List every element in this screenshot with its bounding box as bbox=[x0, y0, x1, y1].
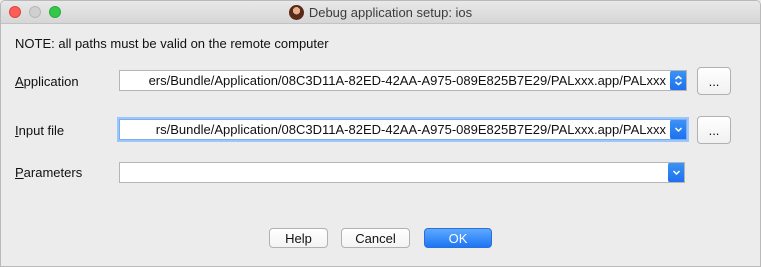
input-file-label: Input file bbox=[15, 123, 64, 138]
chevron-updown-icon bbox=[675, 75, 682, 86]
application-browse-button[interactable]: ... bbox=[697, 67, 731, 95]
parameters-dropdown-button[interactable] bbox=[668, 163, 684, 182]
parameters-combo[interactable] bbox=[119, 162, 685, 183]
application-dropdown-button[interactable] bbox=[670, 71, 686, 90]
application-label-text: pplication bbox=[23, 74, 79, 89]
window-title: Debug application setup: ios bbox=[308, 4, 473, 20]
parameters-label-text: arameters bbox=[23, 165, 83, 180]
title-bar[interactable]: Debug application setup: ios bbox=[1, 1, 760, 24]
application-combo[interactable]: ers/Bundle/Application/08C3D11A-82ED-42A… bbox=[119, 70, 687, 91]
parameters-label-mnemonic: P bbox=[15, 165, 24, 180]
application-path-value[interactable]: ers/Bundle/Application/08C3D11A-82ED-42A… bbox=[149, 73, 666, 88]
ok-button[interactable]: OK bbox=[424, 228, 492, 248]
input-file-path-value[interactable]: rs/Bundle/Application/08C3D11A-82ED-42AA… bbox=[156, 122, 666, 137]
chevron-down-icon bbox=[674, 127, 683, 133]
application-label: Application bbox=[15, 74, 79, 89]
paths-note: NOTE: all paths must be valid on the rem… bbox=[15, 36, 329, 51]
input-file-combo[interactable]: rs/Bundle/Application/08C3D11A-82ED-42AA… bbox=[119, 119, 687, 140]
parameters-label: Parameters bbox=[15, 165, 82, 180]
help-button[interactable]: Help bbox=[269, 228, 328, 248]
app-avatar-icon bbox=[288, 4, 304, 20]
input-file-browse-button[interactable]: ... bbox=[697, 116, 731, 144]
application-label-mnemonic: A bbox=[15, 74, 24, 89]
dialog-window: Debug application setup: ios NOTE: all p… bbox=[0, 0, 761, 267]
input-file-label-text: nput file bbox=[18, 123, 65, 138]
window-title-group: Debug application setup: ios bbox=[1, 1, 760, 23]
cancel-button[interactable]: Cancel bbox=[341, 228, 410, 248]
input-file-dropdown-button[interactable] bbox=[670, 120, 686, 139]
chevron-down-icon bbox=[672, 170, 681, 176]
